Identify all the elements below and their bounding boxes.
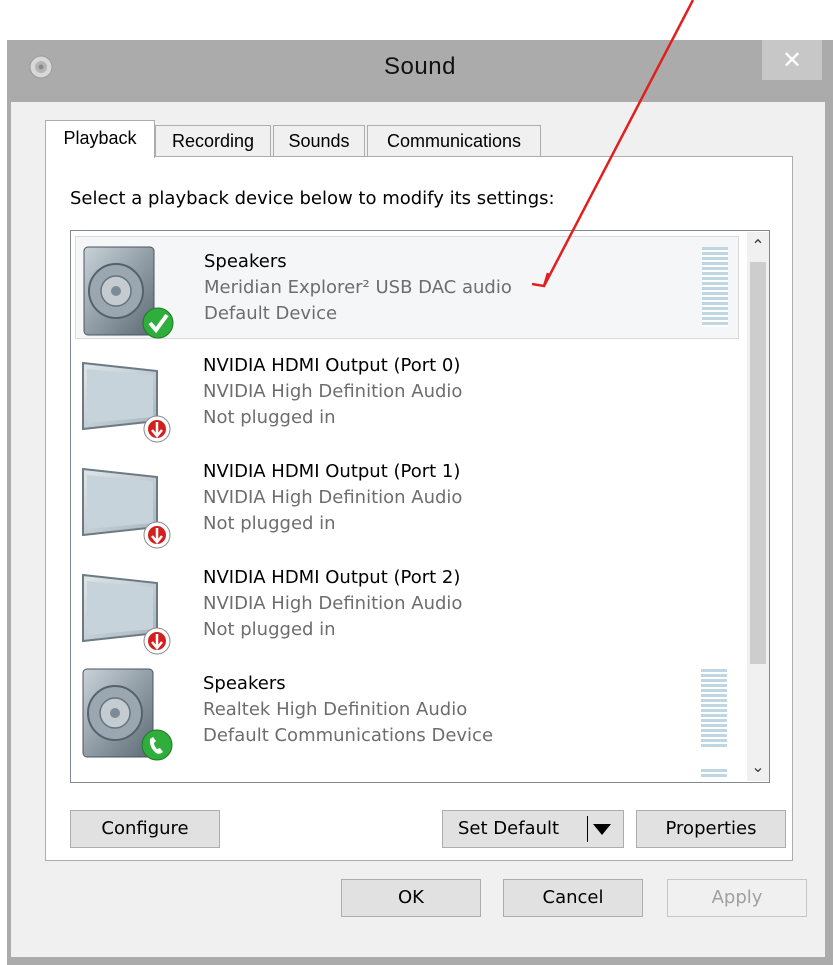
- volume-meter: [702, 247, 728, 327]
- volume-meter-partial: [701, 769, 727, 777]
- window-title: Sound: [384, 53, 456, 80]
- title-bar[interactable]: Sound ✕: [7, 40, 833, 102]
- device-status: Default Communications Device: [203, 725, 494, 746]
- device-name: Speakers: [203, 673, 286, 694]
- scroll-thumb[interactable]: [750, 262, 766, 664]
- scroll-up-arrow-icon[interactable]: ⌃: [747, 232, 769, 260]
- speaker-icon: [82, 668, 173, 761]
- device-item[interactable]: NVIDIA HDMI Output (Port 0) NVIDIA High …: [75, 341, 739, 444]
- device-item[interactable]: NVIDIA HDMI Output (Port 1) NVIDIA High …: [75, 447, 739, 550]
- monitor-icon: [82, 573, 171, 655]
- device-driver: Realtek High Definition Audio: [203, 699, 468, 720]
- ok-button[interactable]: OK: [341, 879, 481, 917]
- device-driver: NVIDIA High Definition Audio: [203, 593, 463, 614]
- cancel-button[interactable]: Cancel: [503, 879, 643, 917]
- speaker-icon: [83, 246, 174, 339]
- properties-button[interactable]: Properties: [636, 810, 786, 848]
- split-separator: [587, 816, 588, 842]
- tab-playback[interactable]: Playback: [45, 120, 155, 158]
- device-item[interactable]: Speakers Meridian Explorer² USB DAC audi…: [75, 236, 739, 339]
- tab-sounds[interactable]: Sounds: [273, 125, 365, 156]
- playback-device-list[interactable]: Speakers Meridian Explorer² USB DAC audi…: [70, 230, 770, 783]
- device-item[interactable]: NVIDIA HDMI Output (Port 2) NVIDIA High …: [75, 553, 739, 656]
- apply-button[interactable]: Apply: [667, 879, 807, 917]
- device-status: Default Device: [204, 303, 338, 324]
- phone-badge-icon: [141, 729, 173, 761]
- close-button[interactable]: ✕: [762, 40, 822, 80]
- tab-recording[interactable]: Recording: [155, 125, 271, 156]
- device-status: Not plugged in: [203, 619, 336, 640]
- device-driver: NVIDIA High Definition Audio: [203, 487, 463, 508]
- device-name: NVIDIA HDMI Output (Port 2): [203, 567, 461, 588]
- device-status: Not plugged in: [203, 407, 336, 428]
- device-driver: NVIDIA High Definition Audio: [203, 381, 463, 402]
- volume-meter: [701, 669, 727, 749]
- playback-tab-panel: Select a playback device below to modify…: [45, 156, 793, 861]
- set-default-button[interactable]: Set Default: [442, 810, 624, 848]
- device-status: Not plugged in: [203, 513, 336, 534]
- monitor-icon: [82, 361, 171, 443]
- check-badge-icon: [142, 307, 174, 339]
- device-name: NVIDIA HDMI Output (Port 1): [203, 461, 461, 482]
- instruction-text: Select a playback device below to modify…: [70, 188, 555, 209]
- dialog-client-area: Playback Recording Sounds Communications…: [11, 102, 825, 957]
- dropdown-arrow-icon[interactable]: [593, 824, 611, 835]
- device-name: NVIDIA HDMI Output (Port 0): [203, 355, 461, 376]
- scroll-down-arrow-icon[interactable]: ⌄: [747, 753, 769, 781]
- device-item[interactable]: Speakers Realtek High Definition Audio D…: [75, 659, 739, 762]
- tab-communications[interactable]: Communications: [367, 125, 541, 156]
- device-driver: Meridian Explorer² USB DAC audio: [204, 277, 512, 298]
- device-list-scrollbar[interactable]: ⌃ ⌄: [747, 232, 769, 781]
- sound-dialog: Sound ✕ Playback Recording Sounds Commun…: [7, 40, 833, 965]
- device-name: Speakers: [204, 251, 287, 272]
- page: Sound ✕ Playback Recording Sounds Commun…: [0, 0, 833, 965]
- configure-button[interactable]: Configure: [70, 810, 220, 848]
- monitor-icon: [82, 467, 171, 549]
- set-default-label: Set Default: [458, 818, 560, 839]
